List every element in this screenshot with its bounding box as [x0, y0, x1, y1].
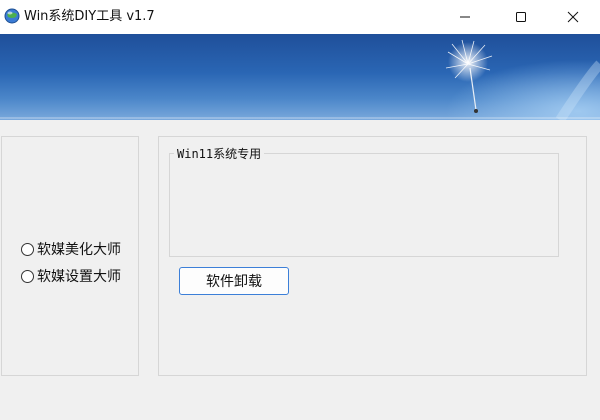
- radio-label: 软媒美化大师: [37, 242, 121, 258]
- close-button[interactable]: [546, 0, 600, 34]
- radio-label: 软媒设置大师: [37, 269, 121, 285]
- radio-button[interactable]: [21, 269, 34, 283]
- radio-button[interactable]: [21, 242, 34, 256]
- main-panel: Win11系统专用 软件卸载: [158, 136, 587, 376]
- dandelion-seed-image: [0, 34, 600, 120]
- app-globe-icon: [4, 8, 20, 24]
- maximize-button[interactable]: [494, 0, 548, 34]
- maximize-icon: [516, 12, 526, 22]
- radio-option-ruanmei-settings[interactable]: 软媒设置大师: [21, 267, 121, 285]
- title-bar[interactable]: Win系统DIY工具 v1.7: [0, 0, 600, 34]
- header-banner: [0, 34, 600, 120]
- minimize-button[interactable]: [438, 0, 492, 34]
- options-panel: 软媒美化大师 软媒设置大师: [1, 136, 139, 376]
- uninstall-button[interactable]: 软件卸载: [179, 267, 289, 295]
- group-title: Win11系统专用: [174, 147, 265, 161]
- minimize-icon: [460, 16, 470, 18]
- win11-group-box: [169, 153, 559, 257]
- radio-option-ruanmei-beautify[interactable]: 软媒美化大师: [21, 240, 121, 258]
- window-title: Win系统DIY工具 v1.7: [24, 9, 155, 24]
- close-icon: [567, 11, 579, 23]
